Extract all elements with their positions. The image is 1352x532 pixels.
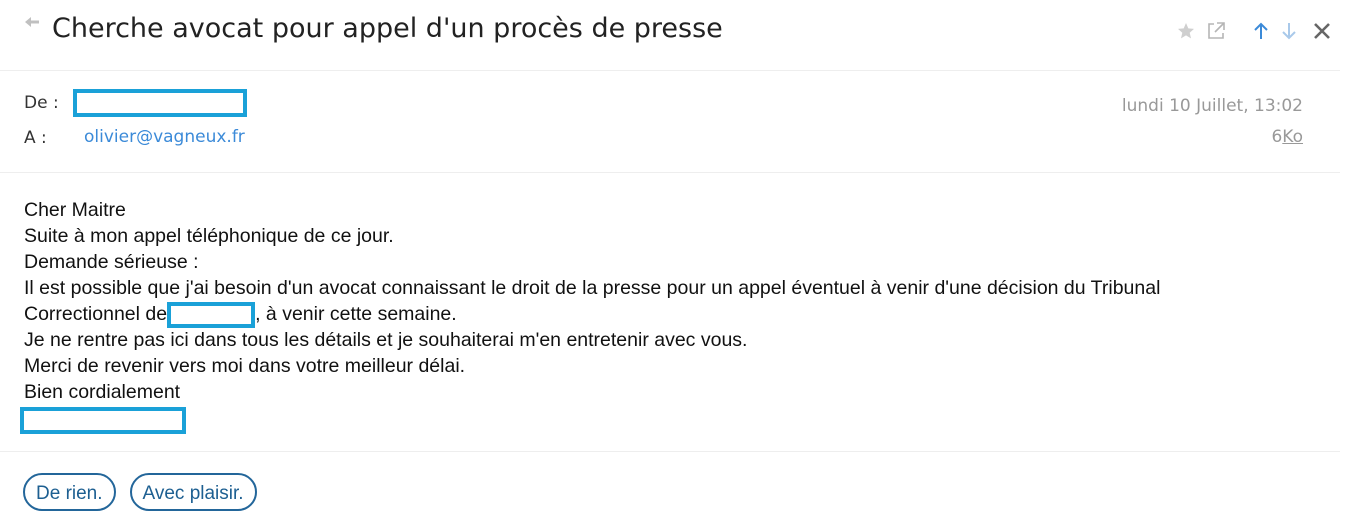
body-line: Cher Maitre bbox=[24, 199, 126, 221]
body-line: Bien cordialement bbox=[24, 381, 181, 403]
message-body: Cher Maitre Suite à mon appel téléphoniq… bbox=[20, 197, 1324, 434]
from-label: De : bbox=[24, 93, 59, 113]
divider bbox=[0, 451, 1340, 452]
message-subject: Cherche avocat pour appel d'un procès de… bbox=[52, 13, 723, 44]
arrow-up-icon[interactable] bbox=[1250, 20, 1272, 42]
arrow-down-icon[interactable] bbox=[1278, 20, 1300, 42]
redacted-sender bbox=[73, 89, 247, 117]
quick-replies: De rien. Avec plaisir. bbox=[23, 473, 271, 511]
open-external-icon[interactable] bbox=[1205, 20, 1227, 42]
message-header: Cherche avocat pour appel d'un procès de… bbox=[0, 0, 1340, 71]
size-number: 6 bbox=[1271, 127, 1283, 147]
size-unit: Ko bbox=[1282, 127, 1303, 147]
reply-arrow-icon[interactable] bbox=[23, 12, 41, 36]
body-line: Je ne rentre pas ici dans tous les détai… bbox=[24, 329, 748, 351]
message-meta: De : A : olivier@vagneux.fr lundi 10 Jui… bbox=[0, 71, 1340, 173]
body-line: Correctionnel de , à venir cette semaine. bbox=[24, 301, 1324, 328]
star-icon[interactable] bbox=[1175, 20, 1197, 42]
redacted-signature bbox=[20, 407, 186, 434]
quick-reply-de-rien-button[interactable]: De rien. bbox=[23, 473, 116, 511]
body-text: Correctionnel de bbox=[24, 303, 168, 325]
message-size: 6Ko bbox=[1271, 127, 1303, 147]
body-line: Demande sérieuse : bbox=[24, 251, 199, 273]
quick-reply-avec-plaisir-button[interactable]: Avec plaisir. bbox=[129, 473, 257, 511]
to-label: A : bbox=[24, 128, 47, 148]
body-line: Merci de revenir vers moi dans votre mei… bbox=[24, 355, 466, 377]
redacted-city bbox=[167, 302, 256, 328]
body-line: Suite à mon appel téléphonique de ce jou… bbox=[24, 225, 394, 247]
message-date: lundi 10 Juillet, 13:02 bbox=[1121, 96, 1303, 116]
close-icon[interactable] bbox=[1311, 20, 1333, 42]
recipient-address-link[interactable]: olivier@vagneux.fr bbox=[84, 127, 245, 147]
body-text: , à venir cette semaine. bbox=[255, 303, 457, 325]
body-line: Il est possible que j'ai besoin d'un avo… bbox=[24, 277, 1161, 299]
